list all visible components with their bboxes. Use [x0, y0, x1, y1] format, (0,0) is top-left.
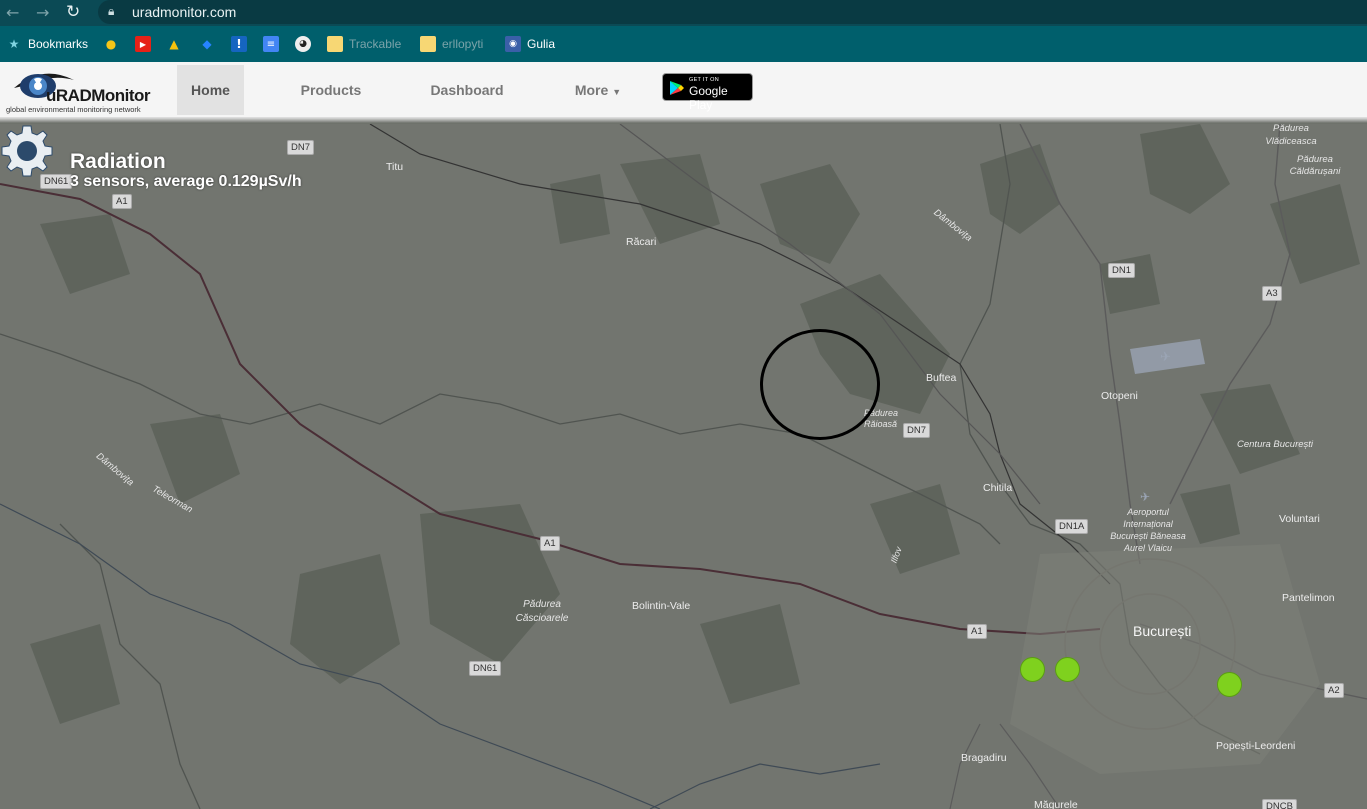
- place-label: Voluntari: [1279, 513, 1320, 525]
- bookmark-item[interactable]: ◕: [295, 35, 311, 53]
- nav-home-label: Home: [191, 82, 230, 98]
- road-shield: DN61: [469, 661, 502, 676]
- jira-icon: ◆: [202, 37, 212, 51]
- bookmark-item[interactable]: ◉ Gulia: [505, 35, 555, 53]
- airport-icon: ✈: [1160, 349, 1171, 364]
- road-shield: A1: [540, 536, 560, 551]
- lock-icon: 🔒︎: [108, 4, 115, 18]
- logo-title: uRADMonitor: [46, 86, 151, 105]
- play-store-icon: [670, 81, 684, 95]
- bookmark-folder[interactable]: erllopyti: [420, 35, 483, 53]
- alert-icon: !: [231, 36, 247, 52]
- url-text[interactable]: uradmonitor.com: [132, 4, 236, 20]
- nav-dashboard[interactable]: Dashboard: [425, 65, 509, 115]
- bookmark-label: Gulia: [527, 37, 556, 51]
- place-label: Chitila: [983, 482, 1013, 494]
- sensor-marker[interactable]: [1055, 657, 1080, 682]
- gulia-icon: ◉: [505, 36, 521, 52]
- road-shield: A1: [967, 624, 987, 639]
- bookmark-item[interactable]: ≡: [263, 35, 279, 53]
- road-name-label: Centura București: [1237, 439, 1314, 450]
- bookmark-item[interactable]: ◆: [199, 35, 215, 53]
- place-label: Pantelimon: [1282, 592, 1335, 604]
- bird-icon: ◕: [295, 36, 311, 52]
- place-label: Măgurele: [1034, 799, 1078, 809]
- road-shield: A3: [1262, 286, 1282, 301]
- road-shield: DN7: [287, 140, 315, 155]
- sensor-marker[interactable]: [1020, 657, 1045, 682]
- bookmark-folder[interactable]: Trackable: [327, 35, 401, 53]
- bookmark-item[interactable]: !: [231, 35, 247, 53]
- nav-more-label: More: [574, 82, 609, 98]
- map-tiles: [0, 124, 1367, 809]
- road-shield: DN1A: [1055, 519, 1089, 534]
- fruit-icon: ●: [105, 37, 117, 51]
- address-bar[interactable]: 🔒︎ uradmonitor.com: [98, 0, 1367, 24]
- place-label: Otopeni: [1101, 390, 1138, 402]
- place-label: Bolintin-Vale: [632, 600, 691, 612]
- road-shield: DNCB: [1262, 799, 1297, 809]
- google-play-big: Google Play: [689, 84, 728, 112]
- google-play-small: GET IT ON: [689, 77, 720, 83]
- youtube-icon: ▶: [135, 36, 151, 52]
- caret-down-icon: ▼: [612, 87, 622, 97]
- site-logo[interactable]: uRADMonitor global environmental monitor…: [4, 66, 164, 114]
- city-label: București: [1133, 623, 1192, 639]
- back-icon[interactable]: ←: [6, 3, 19, 22]
- gear-icon[interactable]: [0, 124, 54, 178]
- folder-icon: [420, 36, 436, 52]
- browser-toolbar: ← → ↻ 🔒︎ uradmonitor.com: [0, 0, 1367, 26]
- logo-subtitle: global environmental monitoring network: [6, 105, 141, 114]
- nav-products-label: Products: [300, 82, 362, 98]
- site-navbar: uRADMonitor global environmental monitor…: [0, 62, 1367, 123]
- bookmarks-bar: ★ Bookmarks ● ▶ ▲ ◆ ! ≡ ◕ Trackable erll…: [0, 26, 1367, 62]
- bookmarks-menu[interactable]: ★ Bookmarks: [6, 35, 88, 53]
- road-shield: A1: [112, 194, 132, 209]
- highlight-circle: [760, 329, 880, 440]
- road-shield: A2: [1324, 683, 1344, 698]
- nav-products[interactable]: Products: [292, 65, 370, 115]
- nav-dashboard-label: Dashboard: [430, 82, 504, 98]
- place-label: Popești-Leordeni: [1216, 740, 1296, 752]
- drive-icon: ▲: [169, 37, 179, 51]
- airport-icon: ✈: [1140, 490, 1151, 504]
- star-icon: ★: [8, 37, 20, 51]
- bookmark-label: Bookmarks: [28, 37, 89, 51]
- place-label: Titu: [386, 161, 404, 173]
- airport-label: Aeroportul Internațional București Bănea…: [1110, 507, 1186, 553]
- road-shield: DN7: [903, 423, 931, 438]
- forest-label: Pădurea Căldărușani: [1289, 154, 1341, 177]
- sensor-marker[interactable]: [1217, 672, 1242, 697]
- place-label: Bragadiru: [961, 752, 1007, 764]
- google-play-badge[interactable]: GET IT ON Google Play: [662, 73, 753, 112]
- bookmark-item[interactable]: ●: [103, 35, 119, 53]
- bookmark-label: Trackable: [349, 37, 402, 51]
- forest-label: Pădurea Căscioarele: [515, 599, 569, 624]
- forest-label: Pădurea Vlădiceasca: [1265, 124, 1317, 147]
- place-label: Buftea: [926, 372, 957, 384]
- nav-home[interactable]: Home: [177, 65, 244, 115]
- bookmark-label: erllopyti: [442, 37, 484, 51]
- place-label: Răcari: [626, 236, 657, 248]
- overlay-subtitle: 3 sensors, average 0.129µSv/h: [70, 173, 302, 190]
- nav-more-dropdown[interactable]: More ▼: [566, 65, 630, 115]
- overlay-title: Radiation: [70, 150, 166, 173]
- road-shield: DN1: [1108, 263, 1136, 278]
- map-view[interactable]: Titu Răcari Buftea Otopeni Chitila Bolin…: [0, 124, 1367, 809]
- forward-icon[interactable]: →: [36, 3, 49, 22]
- bookmark-item[interactable]: ▲: [166, 35, 182, 53]
- folder-icon: [327, 36, 343, 52]
- reload-icon[interactable]: ↻: [66, 2, 80, 22]
- bookmark-item[interactable]: ▶: [135, 35, 151, 53]
- docs-icon: ≡: [263, 36, 279, 52]
- navbar-shadow: [0, 118, 1367, 123]
